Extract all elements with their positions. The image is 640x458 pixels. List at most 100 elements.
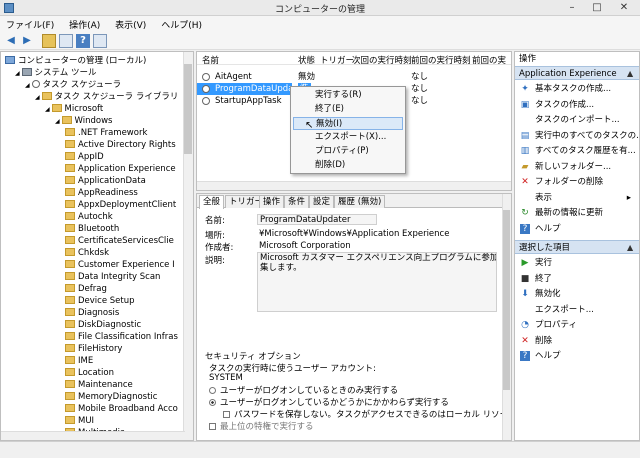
menu-file[interactable]: ファイル(F) — [0, 16, 60, 31]
action-item[interactable]: ✕ フォルダーの削除 — [515, 175, 639, 189]
action-item[interactable]: ✦ 基本タスクの作成... — [515, 82, 639, 96]
action-item[interactable]: ▰ 新しいフォルダー... — [515, 160, 639, 174]
stop-icon: ■ — [520, 273, 530, 284]
tree-item[interactable]: Data Integrity Scan — [65, 271, 160, 283]
tree-item[interactable]: Location — [65, 367, 114, 379]
tab-general[interactable]: 全般 — [199, 195, 225, 209]
action-item[interactable]: ⬇ 無効化 — [515, 287, 639, 301]
action-item[interactable]: ▶ 実行 — [515, 256, 639, 270]
expand-arrow-icon[interactable]: ◢ — [25, 82, 32, 89]
tree-item[interactable]: ◢ タスク スケジューラ ライブラリ — [35, 91, 178, 103]
tree-item[interactable]: MUI — [65, 415, 94, 427]
menu-help[interactable]: ヘルプ(H) — [155, 16, 208, 31]
task-row-aitagent[interactable]: AitAgent 無効 なし — [197, 71, 511, 83]
action-item[interactable]: タスクのインポート... — [515, 113, 639, 127]
maximize-icon[interactable]: □ — [585, 0, 609, 16]
tree-item[interactable]: Device Setup — [65, 295, 135, 307]
tree-item[interactable]: ◢ Windows — [55, 115, 112, 127]
tree-item[interactable]: Bluetooth — [65, 223, 119, 235]
up-folder-icon[interactable] — [42, 34, 56, 48]
tab-settings[interactable]: 設定 — [309, 195, 335, 208]
context-export[interactable]: エクスポート(X)... — [293, 131, 403, 144]
column-trigger[interactable]: トリガー — [320, 54, 354, 66]
tree-item[interactable]: ApplicationData — [65, 175, 146, 187]
column-last-result[interactable]: 前回の実 — [472, 54, 506, 66]
actions-section-selected[interactable]: 選択した項目 — [515, 240, 639, 254]
tree-item[interactable]: AppID — [65, 151, 104, 163]
tree-item[interactable]: Chkdsk — [65, 247, 109, 259]
menu-action[interactable]: 操作(A) — [63, 16, 106, 31]
tab-history[interactable]: 履歴 (無効) — [334, 195, 386, 208]
column-status[interactable]: 状態 — [298, 54, 315, 66]
help-icon[interactable]: ? — [76, 34, 90, 48]
action-item[interactable]: ▤ 実行中のすべてのタスクの... — [515, 129, 639, 143]
tree-item[interactable]: AppReadiness — [65, 187, 138, 199]
action-item[interactable]: 表示 ▸ — [515, 191, 639, 205]
action-item[interactable]: ◔ プロパティ — [515, 318, 639, 332]
no-password-option[interactable]: パスワードを保存しない。タスクがアクセスできるのはローカル リソースのみ — [223, 408, 511, 420]
detail-scroll-thumb[interactable] — [503, 210, 510, 390]
column-next-run[interactable]: 次回の実行時刻 — [352, 54, 412, 66]
tree-item[interactable]: DiskDiagnostic — [65, 319, 141, 331]
run-logged-on-option[interactable]: ユーザーがログオンしているときのみ実行する — [209, 384, 398, 396]
menu-view[interactable]: 表示(V) — [109, 16, 152, 31]
close-icon[interactable]: ✕ — [612, 0, 636, 16]
tree-item[interactable]: FileHistory — [65, 343, 122, 355]
tree-item[interactable]: Autochk — [65, 211, 113, 223]
action-item[interactable]: ? ヘルプ — [515, 222, 639, 236]
run-whether-logged-on-option[interactable]: ユーザーがログオンしているかどうかにかかわらず実行する — [209, 396, 449, 408]
highest-privileges-option[interactable]: 最上位の特権で実行する — [209, 420, 314, 432]
tree-item[interactable]: コンピューターの管理 (ローカル) — [5, 55, 146, 67]
action-item[interactable]: エクスポート... — [515, 303, 639, 317]
detail-scrollbar[interactable] — [502, 194, 511, 440]
tree-item[interactable]: CertificateServicesClie — [65, 235, 174, 247]
tab-conditions[interactable]: 条件 — [284, 195, 310, 208]
action-item[interactable]: ■ 終了 — [515, 272, 639, 286]
tree-item[interactable]: Application Experience — [65, 163, 176, 175]
forward-arrow-icon[interactable]: ▶ — [20, 34, 34, 48]
tree-hscrollbar[interactable] — [1, 431, 185, 440]
highest-privileges-label: 最上位の特権で実行する — [220, 422, 314, 432]
column-name[interactable]: 名前 — [202, 54, 219, 66]
mouse-cursor-icon: ↖ — [305, 120, 314, 131]
collapse-icon[interactable]: ▲ — [627, 69, 633, 78]
show-hide-tree-icon[interactable] — [59, 34, 73, 48]
list-hscrollbar[interactable] — [197, 181, 511, 190]
tree-scroll-thumb[interactable] — [184, 64, 192, 154]
folder-icon — [65, 272, 75, 280]
context-properties[interactable]: プロパティ(P) — [293, 145, 403, 158]
context-run[interactable]: 実行する(R) — [293, 89, 403, 102]
tree-item[interactable]: File Classification Infras — [65, 331, 178, 343]
actions-section-app-experience[interactable]: Application Experience — [515, 66, 639, 80]
tree-item[interactable]: ◢ タスク スケジューラ — [25, 79, 121, 91]
context-delete[interactable]: 削除(D) — [293, 159, 403, 172]
tree-item[interactable]: Customer Experience I — [65, 259, 175, 271]
tree-item[interactable]: AppxDeploymentClient — [65, 199, 176, 211]
context-end[interactable]: 終了(E) — [293, 103, 403, 116]
tree-item[interactable]: Defrag — [65, 283, 107, 295]
tree-item[interactable]: ◢ システム ツール — [15, 67, 96, 79]
tree-item[interactable]: Mobile Broadband Acco — [65, 403, 178, 415]
tree-item[interactable]: ◢ Microsoft — [45, 103, 103, 115]
action-item[interactable]: ↻ 最新の情報に更新 — [515, 206, 639, 220]
back-arrow-icon[interactable]: ◀ — [4, 34, 18, 48]
action-item[interactable]: ▣ タスクの作成... — [515, 98, 639, 112]
tree-item[interactable]: IME — [65, 355, 93, 367]
action-item[interactable]: ▥ すべてのタスク履歴を有... — [515, 144, 639, 158]
task-row-programdataupdater[interactable]: ProgramDataUpdater — [197, 83, 305, 95]
action-item[interactable]: ✕ 削除 — [515, 334, 639, 348]
tree-item[interactable]: MemoryDiagnostic — [65, 391, 157, 403]
tree-item[interactable]: .NET Framework — [65, 127, 147, 139]
minimize-icon[interactable]: – — [560, 0, 584, 16]
collapse-icon[interactable]: ▲ — [627, 243, 633, 252]
tree-item[interactable]: Active Directory Rights — [65, 139, 176, 151]
tree-item[interactable]: Maintenance — [65, 379, 133, 391]
tab-actions[interactable]: 操作 — [259, 195, 285, 208]
tree-item[interactable]: Diagnosis — [65, 307, 119, 319]
description-field[interactable]: Microsoft カスタマー エクスペリエンス向上プログラムに参加している場合… — [257, 252, 497, 312]
name-field[interactable]: ProgramDataUpdater — [257, 214, 377, 225]
show-hide-action-icon[interactable] — [93, 34, 107, 48]
tree-scrollbar[interactable] — [183, 52, 193, 440]
action-item[interactable]: ? ヘルプ — [515, 349, 639, 363]
column-last-run[interactable]: 前回の実行時刻 — [411, 54, 471, 66]
